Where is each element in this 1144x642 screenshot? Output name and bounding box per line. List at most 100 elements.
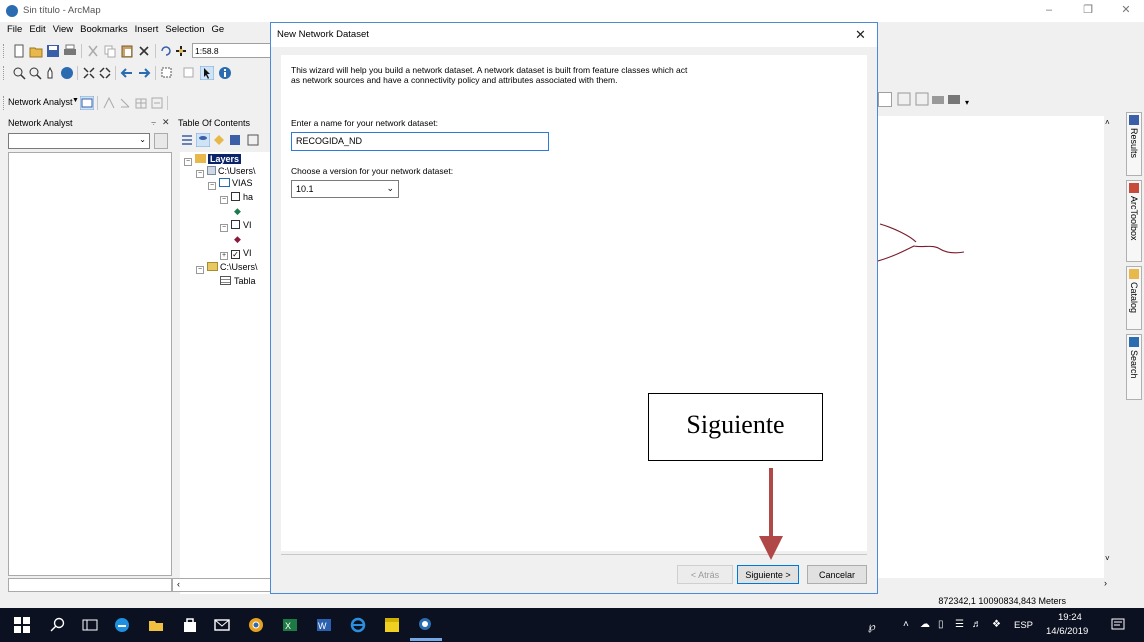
menu-selection[interactable]: Selection [165, 22, 204, 35]
undo-icon[interactable] [159, 44, 173, 58]
zoom-in-icon[interactable] [12, 66, 26, 80]
select-move-location-icon[interactable] [118, 96, 132, 110]
cut-icon[interactable] [86, 44, 100, 58]
close-icon[interactable]: ✕ [1119, 3, 1133, 17]
notifications-icon[interactable] [1110, 617, 1126, 633]
dropbox-icon[interactable]: ❖ [992, 619, 1001, 630]
menu-geoprocessing[interactable]: Ge [211, 22, 224, 35]
python-icon[interactable] [947, 92, 961, 106]
print-icon[interactable] [63, 44, 77, 58]
solve-icon[interactable] [134, 96, 148, 110]
list-by-selection-icon[interactable] [228, 133, 242, 147]
vertical-scrollbar[interactable]: ˄ ˅ [1104, 116, 1114, 592]
chevron-up-icon[interactable]: ˄ [1105, 118, 1110, 127]
list-by-visibility-icon[interactable] [212, 133, 226, 147]
internet-explorer-icon[interactable] [350, 617, 366, 633]
minimize-icon[interactable]: – [1042, 3, 1056, 17]
zoom-out-icon[interactable] [28, 66, 42, 80]
add-data-icon[interactable] [174, 44, 188, 58]
layer-visibility-checkbox-checked[interactable]: ✓ [231, 250, 240, 259]
network-icon[interactable]: ☰ [955, 619, 964, 630]
onedrive-icon[interactable]: ☁ [920, 619, 930, 630]
horizontal-scrollbar[interactable]: › [868, 578, 1114, 592]
chevron-down-icon[interactable]: ▼ [72, 97, 79, 104]
back-button[interactable]: < Atrás [677, 565, 733, 584]
store-icon[interactable] [182, 617, 198, 633]
menu-edit[interactable]: Edit [29, 22, 45, 35]
toolbox-icon[interactable] [931, 92, 945, 106]
map-canvas[interactable] [877, 116, 1114, 592]
forward-extent-icon[interactable] [137, 66, 151, 80]
network-analyst-menu[interactable]: Network Analyst [8, 97, 73, 107]
file-explorer-icon[interactable] [148, 617, 164, 633]
chevron-down-icon[interactable]: ⌄ [386, 183, 394, 194]
chrome-icon[interactable] [248, 617, 264, 633]
clock-time[interactable]: 19:24 [1058, 612, 1082, 623]
map-scale-combo[interactable]: 1:58.8 [192, 43, 272, 58]
network-analyst-window-icon[interactable] [80, 96, 94, 110]
toolbar-grip[interactable] [3, 44, 5, 58]
create-network-location-icon[interactable] [102, 96, 116, 110]
people-icon[interactable]: ℘ [868, 620, 876, 633]
edge-icon[interactable] [114, 617, 130, 633]
full-extent-icon[interactable] [60, 66, 74, 80]
paste-icon[interactable] [120, 44, 134, 58]
pan-icon[interactable] [44, 66, 58, 80]
word-icon[interactable]: W [316, 617, 332, 633]
layer-visibility-checkbox[interactable] [231, 192, 240, 201]
identify-icon[interactable] [218, 66, 232, 80]
fixed-zoom-out-icon[interactable] [98, 66, 112, 80]
arcmap-taskbar-icon[interactable] [418, 617, 434, 633]
layers-label[interactable]: Layers [208, 154, 242, 164]
horizontal-scrollbar[interactable]: ‹ [172, 578, 274, 592]
tree-row[interactable]: − VI [220, 220, 252, 232]
tree-row[interactable]: + ✓ VI [220, 248, 252, 260]
page-icon[interactable] [915, 92, 929, 106]
tree-row[interactable]: − VIAS [208, 178, 253, 190]
chevron-down-icon[interactable]: ⌄ [139, 135, 146, 144]
sticky-notes-icon[interactable] [384, 617, 400, 633]
clock-date[interactable]: 14/6/2019 [1046, 626, 1088, 637]
windows-start-icon[interactable] [14, 617, 30, 633]
toolbar-overflow-icon[interactable]: ▾ [965, 98, 969, 107]
copy-icon[interactable] [103, 44, 117, 58]
close-icon[interactable]: ✕ [162, 117, 170, 128]
select-features-icon[interactable] [160, 66, 174, 80]
new-document-icon[interactable] [12, 44, 26, 58]
menu-bookmarks[interactable]: Bookmarks [80, 22, 128, 35]
open-folder-icon[interactable] [29, 44, 43, 58]
layer-visibility-checkbox[interactable] [231, 220, 240, 229]
chevron-up-icon[interactable]: ˄ [903, 619, 909, 630]
network-analyst-list[interactable] [8, 152, 172, 576]
clear-selection-icon[interactable] [182, 66, 196, 80]
toolbar-grip[interactable] [3, 96, 5, 110]
back-extent-icon[interactable] [120, 66, 134, 80]
tree-row[interactable]: − C:\Users\ [196, 262, 258, 274]
menu-insert[interactable]: Insert [135, 22, 159, 35]
network-dataset-name-input[interactable]: RECOGIDA_ND [291, 132, 549, 151]
search-icon[interactable] [50, 617, 66, 633]
tree-row[interactable]: − Layers [184, 154, 242, 166]
tree-row[interactable]: − C:\Users\ [196, 166, 256, 178]
delete-icon[interactable] [137, 44, 151, 58]
chevron-down-icon[interactable]: ˅ [1105, 554, 1110, 563]
tree-row[interactable]: Tabla [220, 276, 256, 286]
layer-combo[interactable] [878, 92, 892, 107]
pin-icon[interactable]: ⨪ [151, 117, 156, 128]
horizontal-scrollbar[interactable] [8, 578, 172, 592]
version-select[interactable]: 10.1 ⌄ [291, 180, 399, 198]
chevron-left-icon[interactable]: ‹ [177, 579, 180, 589]
close-icon[interactable]: ✕ [855, 27, 866, 43]
task-view-icon[interactable] [82, 617, 98, 633]
dock-tab-results[interactable]: Results [1126, 112, 1142, 176]
dock-tab-catalog[interactable]: Catalog [1126, 266, 1142, 330]
dock-tab-search[interactable]: Search [1126, 334, 1142, 400]
analysis-layer-combo[interactable]: ⌄ [8, 133, 150, 149]
tree-row[interactable]: − ha [220, 192, 253, 204]
editor-icon[interactable] [897, 92, 911, 106]
select-elements-icon[interactable] [200, 66, 214, 80]
excel-icon[interactable]: X [282, 617, 298, 633]
options-icon[interactable] [246, 133, 260, 147]
dock-tab-arctoolbox[interactable]: ArcToolbox [1126, 180, 1142, 262]
save-icon[interactable] [46, 44, 60, 58]
